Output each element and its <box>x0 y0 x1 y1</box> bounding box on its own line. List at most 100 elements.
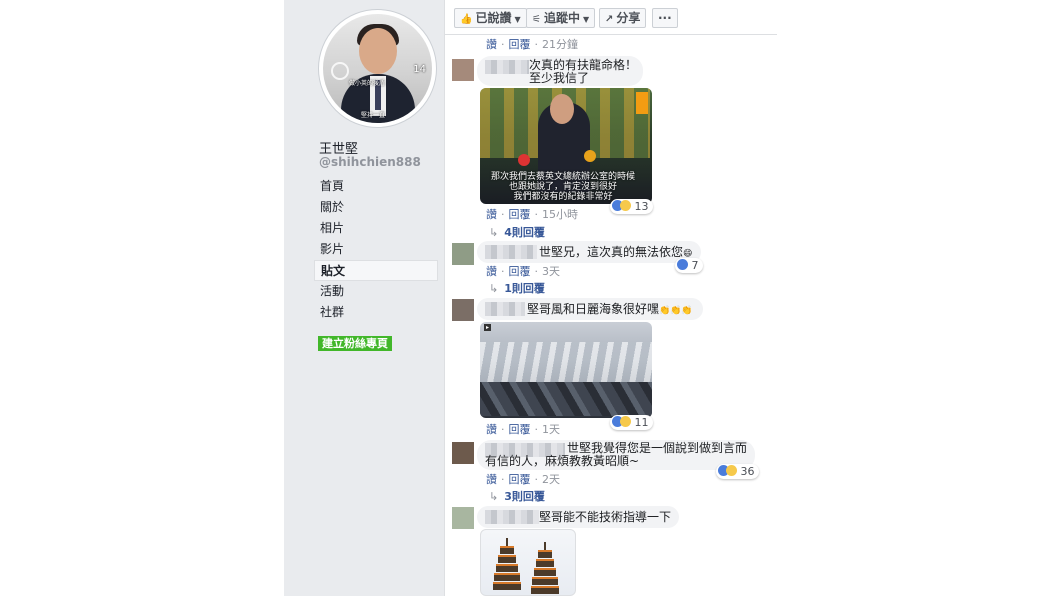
commenter-avatar[interactable] <box>452 59 474 81</box>
microphone-icon <box>518 154 530 166</box>
comment-image[interactable]: ▸ <box>480 322 652 418</box>
haha-reaction-icon <box>726 465 737 476</box>
blurred-name <box>485 302 525 316</box>
like-reaction-icon <box>677 259 688 270</box>
comment-time[interactable]: 2天 <box>542 473 560 486</box>
rss-icon: ⚟ <box>532 14 541 25</box>
comments-feed: 讚 · 回覆 · 21分鐘 次真的有扶龍命格！ 至少我信了 那次我們去蔡英文總統辦公室的… <box>445 35 777 596</box>
blurred-name <box>485 510 539 524</box>
sidebar-item-home[interactable]: 首頁 <box>314 176 438 197</box>
comment-text: 世堅我覺得您是一個說到做到言而 有信的人，麻煩教教黃昭順~ <box>485 441 748 468</box>
commenter-avatar[interactable] <box>452 299 474 321</box>
comment-text: 堅哥風和日麗海象很好嘿 <box>527 302 660 316</box>
liked-button[interactable]: 👍 已說讚 ▼ <box>454 8 527 28</box>
shield-icon <box>331 62 349 80</box>
haha-reaction-icon <box>620 416 631 427</box>
reply-arrow-icon: ↳ <box>489 282 499 295</box>
replies-count: 3則回覆 <box>504 490 545 503</box>
liked-label: 已說讚 <box>475 11 512 25</box>
comment-text: 次真的有扶龍命格！ 至少我信了 <box>529 58 638 85</box>
comment-actions: 讚 · 回覆 · 15小時 <box>486 208 578 221</box>
share-label: 分享 <box>616 11 641 25</box>
create-page-button[interactable]: 建立粉絲專頁 <box>318 336 392 351</box>
view-replies-link[interactable]: ↳ 1則回覆 <box>489 280 545 296</box>
avatar-badge-number: 14 <box>413 64 426 75</box>
haha-reaction-icon <box>620 200 631 211</box>
avatar-caption-top: 做小英的後盾 <box>349 80 386 87</box>
commenter-avatar[interactable] <box>452 243 474 265</box>
comment-text-row: 堅哥風和日麗海象很好嘿👏👏👏 <box>527 302 693 318</box>
reply-link[interactable]: 回覆 <box>509 423 531 436</box>
image-channel-tag: ▸ <box>484 324 492 331</box>
comment-text: 世堅兄，這次真的無法依您 <box>539 245 684 259</box>
view-replies-link[interactable]: ↳ 4則回覆 <box>489 224 545 240</box>
reaction-count[interactable]: 7 <box>675 258 703 273</box>
image-caption: 那次我們去蔡英文總統辦公室的時候 也跟她說了，肯定沒到很好 我們都沒有的紀錄非常… <box>490 172 635 202</box>
thumbs-up-icon: 👍 <box>460 14 473 25</box>
comment-text-row: 世堅兄，這次真的無法依您😄 <box>539 245 692 261</box>
page-action-bar: 👍 已說讚 ▼ ⚟ 追蹤中 ▼ ↗ 分享 ··· <box>445 0 777 35</box>
comment-bubble: 世堅兄，這次真的無法依您😄 <box>477 241 701 263</box>
reaction-count[interactable]: 13 <box>610 199 653 214</box>
following-button[interactable]: ⚟ 追蹤中 ▼ <box>526 8 596 28</box>
commenter-avatar[interactable] <box>452 507 474 529</box>
reply-link[interactable]: 回覆 <box>509 473 531 486</box>
comment-bubble: 堅哥風和日麗海象很好嘿👏👏👏 <box>477 298 703 320</box>
replies-count: 1則回覆 <box>504 282 545 295</box>
reply-link[interactable]: 回覆 <box>509 265 531 278</box>
share-button[interactable]: ↗ 分享 <box>599 8 647 28</box>
reply-link[interactable]: 回覆 <box>509 38 531 51</box>
sidebar-item-videos[interactable]: 影片 <box>314 239 438 260</box>
reaction-count[interactable]: 36 <box>716 464 759 479</box>
comment-text: 堅哥能不能技術指導一下 <box>539 510 672 524</box>
sidebar-item-events[interactable]: 活動 <box>314 281 438 302</box>
sidebar-item-about[interactable]: 關於 <box>314 197 438 218</box>
comment-bubble: 堅哥能不能技術指導一下 <box>477 506 679 528</box>
comment-time[interactable]: 1天 <box>542 423 560 436</box>
profile-picture-frame[interactable]: 14 做小英的後盾 堅持一直 <box>318 9 437 128</box>
comment-bubble: 世堅我覺得您是一個說到做到言而 有信的人，麻煩教教黃昭順~ <box>477 440 755 470</box>
like-link[interactable]: 讚 <box>486 208 497 221</box>
more-options-button[interactable]: ··· <box>652 8 678 28</box>
avatar-face <box>359 28 397 74</box>
comment-actions: 讚 · 回覆 · 3天 <box>486 265 560 278</box>
profile-picture[interactable]: 14 做小英的後盾 堅持一直 <box>323 14 432 123</box>
sidebar-item-photos[interactable]: 相片 <box>314 218 438 239</box>
view-replies-link[interactable]: ↳ 3則回覆 <box>489 488 545 504</box>
reaction-number: 36 <box>740 465 755 478</box>
like-link[interactable]: 讚 <box>486 473 497 486</box>
reply-arrow-icon: ↳ <box>489 226 499 239</box>
commenter-avatar[interactable] <box>452 442 474 464</box>
sidebar-item-community[interactable]: 社群 <box>314 302 438 323</box>
page-nav: 首頁 關於 相片 影片 貼文 活動 社群 <box>314 176 438 323</box>
reaction-number: 13 <box>634 200 649 213</box>
like-link[interactable]: 讚 <box>486 265 497 278</box>
microphone-icon <box>584 150 596 162</box>
comment-time[interactable]: 21分鐘 <box>542 38 578 51</box>
comment-actions: 讚 · 回覆 · 21分鐘 <box>486 38 578 51</box>
reaction-number: 11 <box>634 416 649 429</box>
page-handle[interactable]: @shihchien888 <box>319 155 421 169</box>
reply-link[interactable]: 回覆 <box>509 208 531 221</box>
pagoda-left <box>493 538 521 591</box>
comment-image[interactable] <box>480 529 576 596</box>
comment-actions: 讚 · 回覆 · 1天 <box>486 423 560 436</box>
image-waves <box>480 342 652 382</box>
comment-image[interactable]: 那次我們去蔡英文總統辦公室的時候 也跟她說了，肯定沒到很好 我們都沒有的紀錄非常… <box>480 88 652 204</box>
pagoda-right <box>531 542 559 595</box>
comment-time[interactable]: 15小時 <box>542 208 578 221</box>
chevron-down-icon: ▼ <box>582 15 590 24</box>
reaction-number: 7 <box>691 259 699 272</box>
reply-arrow-icon: ↳ <box>489 490 499 503</box>
page-sidebar: 14 做小英的後盾 堅持一直 王世堅 @shihchien888 首頁 關於 相… <box>284 0 445 596</box>
avatar-caption-bottom: 堅持一直 <box>361 112 386 119</box>
comment-bubble: 次真的有扶龍命格！ 至少我信了 <box>477 56 643 86</box>
like-link[interactable]: 讚 <box>486 423 497 436</box>
reaction-count[interactable]: 11 <box>610 415 653 430</box>
like-link[interactable]: 讚 <box>486 38 497 51</box>
chevron-down-icon: ▼ <box>514 15 521 24</box>
comment-actions: 讚 · 回覆 · 2天 <box>486 473 560 486</box>
sidebar-item-posts[interactable]: 貼文 <box>314 260 438 281</box>
comment-time[interactable]: 3天 <box>542 265 560 278</box>
blurred-name <box>485 245 537 259</box>
